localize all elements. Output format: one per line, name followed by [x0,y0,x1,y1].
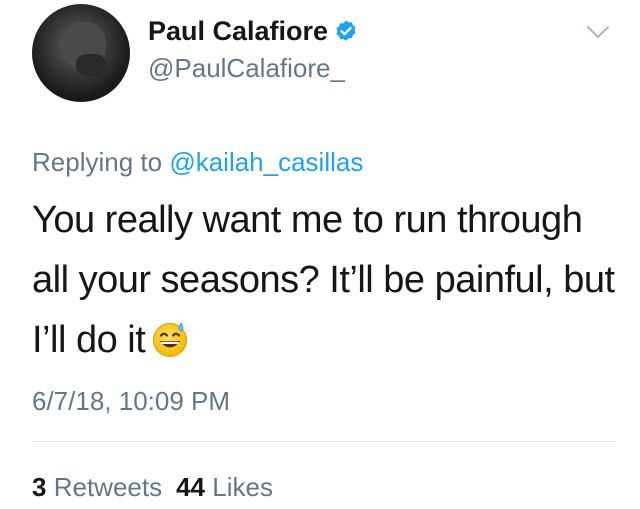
grinning-face-with-sweat-icon [151,316,189,357]
tweet-body: You really want me to run through all yo… [32,190,617,370]
retweets-label: Retweets [53,472,163,502]
tweet-stats: 3 Retweets 44 Likes [32,470,273,504]
retweets-stat[interactable]: 3 Retweets [32,472,162,502]
likes-stat[interactable]: 44 Likes [176,472,273,502]
retweets-count: 3 [32,472,47,502]
likes-label: Likes [212,472,273,502]
author-avatar[interactable] [32,4,130,102]
avatar-hand [76,54,106,76]
verified-badge-icon [334,19,358,43]
chevron-down-icon[interactable] [586,24,610,40]
tweet-text: You really want me to run through all yo… [32,199,615,361]
replying-to: Replying to @kailah_casillas [32,145,363,179]
likes-count: 44 [176,472,206,502]
tweet-timestamp[interactable]: 6/7/18, 10:09 PM [32,384,230,418]
reply-mention-link[interactable]: @kailah_casillas [169,147,363,177]
divider [32,441,616,442]
author-display-name[interactable]: Paul Calafiore [148,14,328,48]
author-name-row: Paul Calafiore [148,14,358,48]
author-handle[interactable]: @PaulCalafiore_ [148,52,345,84]
replying-to-label: Replying to [32,147,170,177]
